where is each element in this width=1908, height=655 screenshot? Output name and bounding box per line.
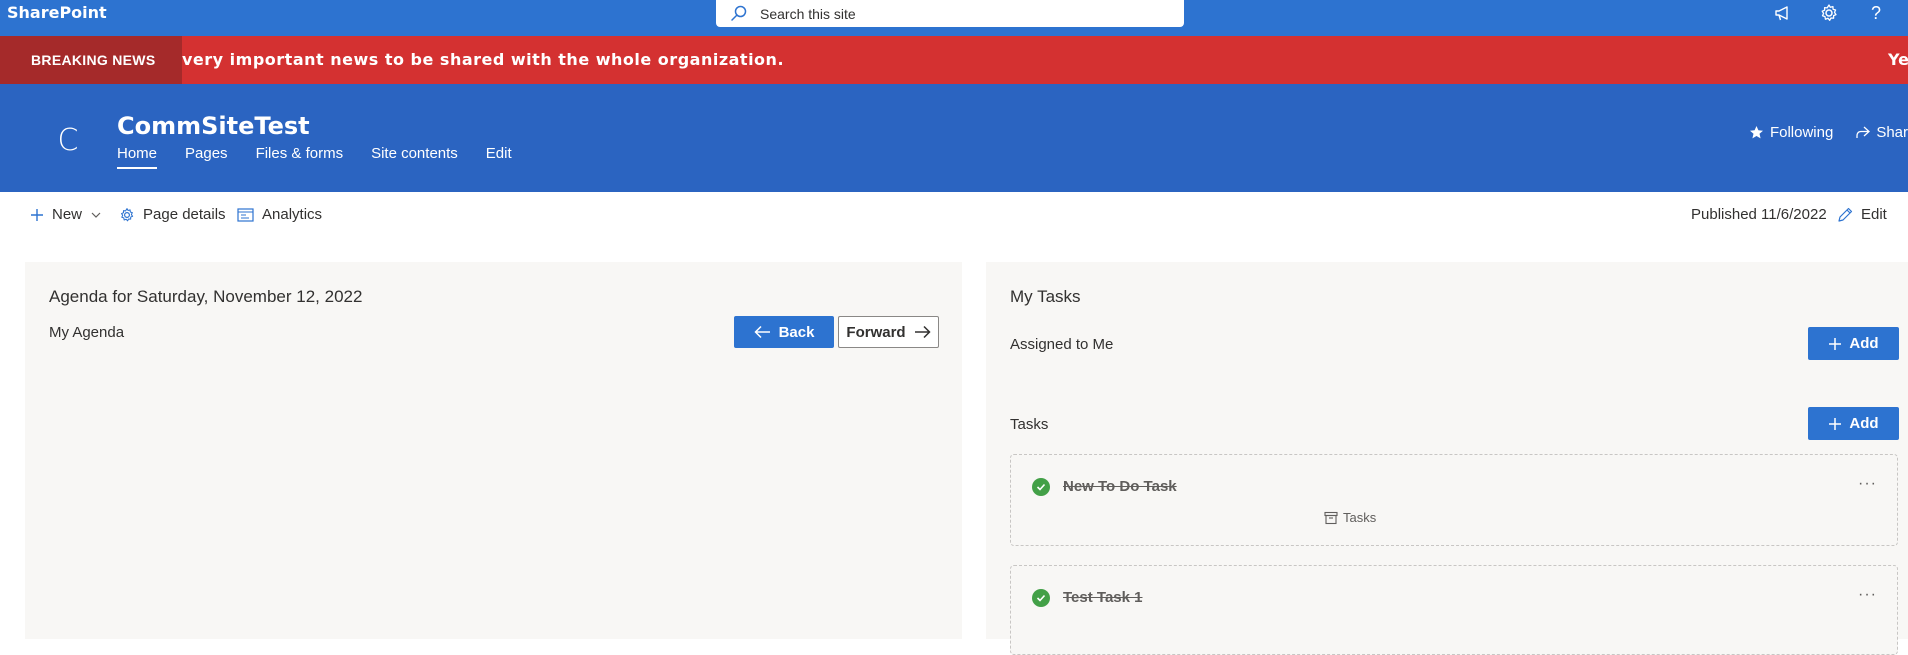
task-bucket-label: Tasks (1343, 510, 1377, 525)
arrow-left-icon (754, 325, 770, 339)
chevron-down-icon (91, 212, 101, 218)
gear-icon (121, 207, 134, 221)
nav-item-home[interactable]: Home (117, 145, 158, 169)
plus-icon (1829, 337, 1842, 350)
agenda-subtitle: My Agenda (49, 324, 125, 341)
new-label: New (52, 206, 83, 223)
search-icon (731, 5, 747, 21)
suite-bar: SharePoint ? (0, 0, 1908, 36)
breaking-news-text[interactable]: very important news to be shared with th… (182, 50, 784, 69)
completed-check-icon[interactable] (1032, 478, 1050, 496)
pencil-icon (1838, 207, 1853, 222)
share-button[interactable]: Shar (1855, 124, 1908, 141)
new-button[interactable]: New (30, 206, 101, 223)
agenda-title: Agenda for Saturday, November 12, 2022 (49, 287, 363, 306)
tasks-webpart: My Tasks Assigned to Me Add Tasks Add Ne… (986, 262, 1908, 655)
add-label: Add (1849, 335, 1879, 352)
task-name[interactable]: New To Do Task (1063, 478, 1177, 495)
task-card[interactable]: New To Do Task ··· Tasks (1010, 454, 1898, 546)
share-label: Shar (1876, 124, 1908, 141)
add-task-button[interactable]: Add (1808, 407, 1899, 440)
forward-button[interactable]: Forward (838, 316, 939, 348)
site-title[interactable]: CommSiteTest (117, 112, 310, 140)
search-box[interactable] (716, 0, 1184, 27)
tasks-title: My Tasks (1010, 287, 1081, 306)
gear-icon[interactable] (1817, 1, 1841, 25)
page-details-label: Page details (143, 206, 226, 223)
nav-item-files-forms[interactable]: Files & forms (256, 145, 344, 169)
analytics-label: Analytics (262, 206, 323, 223)
help-icon[interactable]: ? (1864, 1, 1888, 25)
arrow-right-icon (914, 325, 931, 339)
following-label: Following (1769, 124, 1834, 141)
edit-button[interactable]: Edit (1837, 206, 1887, 223)
nav-item-pages[interactable]: Pages (185, 145, 228, 169)
published-label: Published 11/6/2022 (1691, 206, 1827, 223)
more-options-icon[interactable]: ··· (1858, 586, 1877, 604)
header-actions: Following Shar (1727, 124, 1908, 141)
app-name[interactable]: SharePoint (7, 3, 107, 22)
analytics-icon (237, 207, 254, 222)
assigned-to-me-label: Assigned to Me (1010, 336, 1114, 353)
back-label: Back (778, 323, 815, 341)
breaking-news-label: BREAKING NEWS (0, 36, 182, 84)
more-options-icon[interactable]: ··· (1858, 475, 1877, 493)
site-logo[interactable]: C (40, 112, 96, 168)
agenda-webpart: Agenda for Saturday, November 12, 2022 M… (25, 262, 962, 639)
task-bucket: Tasks (1324, 510, 1376, 525)
analytics-button[interactable]: Analytics (237, 206, 322, 223)
archive-icon (1324, 511, 1338, 524)
plus-icon (31, 208, 43, 221)
back-button[interactable]: Back (734, 316, 834, 348)
tasks-section-label: Tasks (1010, 416, 1049, 433)
task-card[interactable]: Test Task 1 ··· (1010, 565, 1898, 655)
following-button[interactable]: Following (1749, 124, 1833, 141)
add-label: Add (1849, 415, 1879, 432)
published-status: Published 11/6/2022 (1691, 206, 1827, 223)
share-icon (1856, 126, 1871, 138)
plus-icon (1829, 417, 1842, 430)
nav-item-edit[interactable]: Edit (486, 145, 512, 169)
command-bar: New Page details Analytics Published 11/… (0, 192, 1908, 238)
nav-item-site-contents[interactable]: Site contents (371, 145, 458, 169)
forward-label: Forward (846, 323, 906, 341)
task-name[interactable]: Test Task 1 (1063, 589, 1142, 606)
breaking-news-banner: BREAKING NEWS very important news to be … (0, 36, 1908, 84)
site-header: C CommSiteTest Home Pages Files & forms … (0, 84, 1908, 192)
site-nav: Home Pages Files & forms Site contents E… (117, 145, 540, 169)
breaking-news-next-text[interactable]: Ye (1888, 50, 1908, 69)
completed-check-icon[interactable] (1032, 589, 1050, 607)
star-icon (1749, 126, 1763, 139)
page-details-button[interactable]: Page details (119, 206, 226, 223)
megaphone-icon[interactable] (1771, 1, 1795, 25)
add-assigned-task-button[interactable]: Add (1808, 327, 1899, 360)
search-input[interactable] (760, 0, 1170, 27)
edit-label: Edit (1861, 206, 1887, 223)
